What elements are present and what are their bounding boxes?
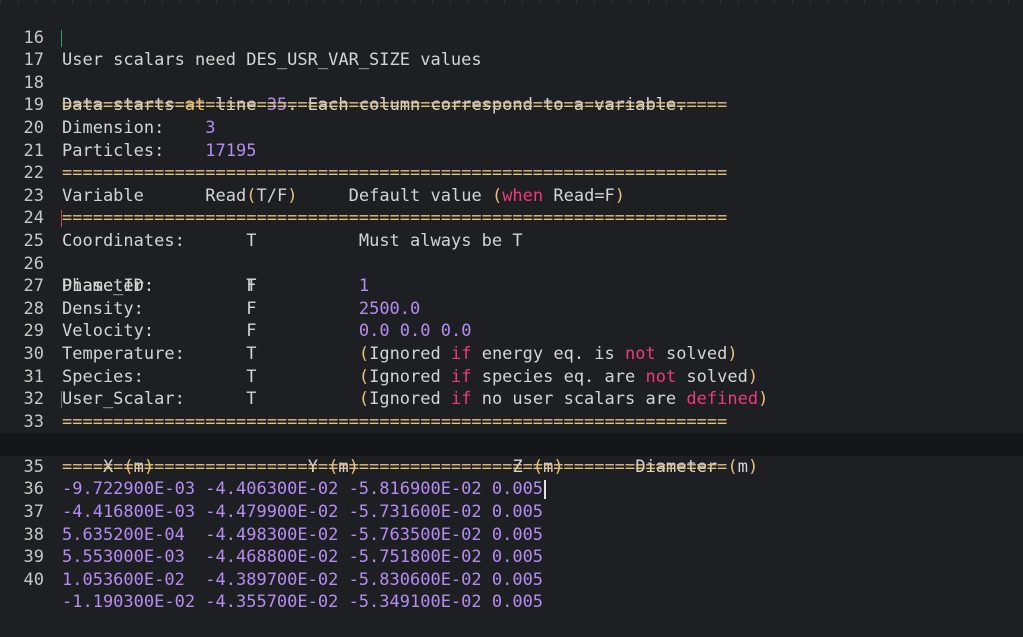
data-row: -1.190300E-02 -4.355700E-02 -5.349100E-0… [62,592,544,613]
editor-line[interactable]: 37 5.635200E-04 -4.498300E-02 -5.763500E… [0,478,1023,545]
editor-line[interactable]: 26 Diameter: T [0,230,1023,297]
editor-line[interactable]: 39 1.053600E-02 -4.389700E-02 -5.830600E… [0,524,1023,590]
current-editor-line[interactable]: 35 -9.722900E-03 -4.406300E-02 -5.816900… [0,433,1023,499]
editor-line[interactable]: 25 Phase_ID: F 1 [0,207,1023,296]
editor-line[interactable]: 24 Coordinates: T Must always be T [0,185,1023,251]
editor-line[interactable]: 32 =====================================… [0,366,1023,432]
editor-line[interactable]: 23 =====================================… [0,162,1023,229]
editor-line[interactable]: 38 5.553000E-03 -4.468800E-02 -5.751800E… [0,501,1023,568]
editor-line[interactable]: 30 Species: T (Ignored if species eq. ar… [0,320,1023,387]
editor-line[interactable]: 18 =====================================… [0,49,1023,116]
editor-line[interactable]: 22 Variable Read(T/F) Default value (whe… [0,140,1023,206]
editor-line[interactable]: 21 =====================================… [0,117,1023,184]
editor-line[interactable]: 31 User_Scalar: T (Ignored if no user sc… [0,343,1023,410]
data-row: 1.053600E-02 -4.389700E-02 -5.830600E-02… [62,569,544,590]
git-change-marker [61,210,62,228]
editor-line[interactable]: 34 =====================================… [0,411,1023,477]
editor-line[interactable]: 20 Particles: 17195 [0,94,1023,161]
editor-line[interactable]: 33 X (m) Y (m) Z (m) Diameter (m) [0,388,1023,477]
editor-line[interactable]: 29 Temperature: T (Ignored if energy eq.… [0,298,1023,364]
editor-line[interactable]: 17 Data starts at line 35. Each column c… [0,27,1023,115]
editor-line[interactable]: 36 -4.416800E-03 -4.479900E-02 -5.731600… [0,456,1023,522]
line-number: 40 [23,569,44,590]
editor-line[interactable]: 40 -1.190300E-02 -4.355700E-02 -5.349100… [0,546,1023,613]
editor-line[interactable]: 27 Density: F 2500.0 [0,253,1023,319]
editor-line[interactable]: 19 Dimension: 3 [0,72,1023,138]
indent-guide [61,391,62,409]
code-editor[interactable]: 16 User scalars need DES_USR_VAR_SIZE va… [0,4,1023,613]
editor-line[interactable]: 28 Velocity: F 0.0 0.0 0.0 [0,275,1023,342]
git-change-marker [61,29,62,47]
editor-line[interactable]: 16 User scalars need DES_USR_VAR_SIZE va… [0,4,1023,71]
